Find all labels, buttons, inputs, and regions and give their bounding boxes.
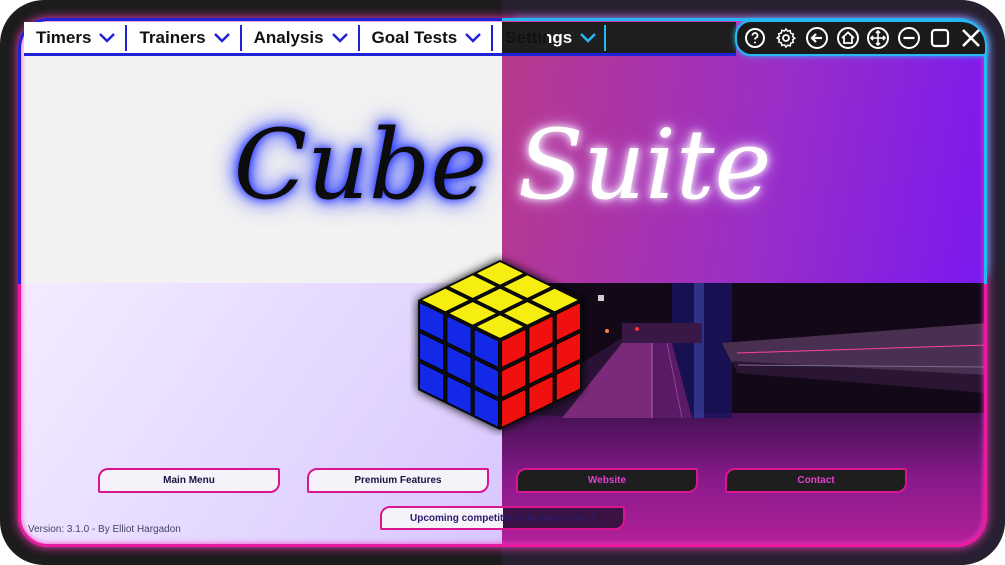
- home-icon[interactable]: [834, 24, 862, 52]
- menu-goal-tests-label: Goal Tests: [371, 27, 458, 47]
- maximize-icon[interactable]: [926, 24, 954, 52]
- close-icon[interactable]: [957, 24, 985, 52]
- menu-settings-label: Settings: [505, 27, 573, 47]
- website-button-label: Website: [587, 475, 627, 486]
- title-word-cube: Cube: [233, 109, 488, 221]
- app-title: Cube Suite: [0, 100, 1005, 230]
- chevron-down-icon: [213, 32, 230, 43]
- menu-timers[interactable]: Timers: [24, 25, 125, 51]
- menu-analysis[interactable]: Analysis: [239, 24, 358, 51]
- help-icon[interactable]: [741, 24, 769, 52]
- chevron-down-icon: [580, 32, 597, 43]
- website-button[interactable]: Website: [516, 468, 698, 493]
- menu-divider: [604, 24, 607, 51]
- chevron-down-icon: [465, 32, 482, 43]
- back-arrow-icon[interactable]: [803, 24, 831, 52]
- gear-icon[interactable]: [772, 24, 800, 52]
- upcoming-competitions-button[interactable]: Upcoming competitions in your area: 4: [380, 506, 625, 530]
- rubiks-cube-icon: [418, 260, 582, 430]
- minimize-icon[interactable]: [895, 24, 923, 52]
- menu-analysis-label: Analysis: [253, 27, 324, 47]
- main-menu-button-label: Main Menu: [163, 475, 215, 486]
- title-word-suite: Suite: [517, 109, 772, 221]
- menu-trainers[interactable]: Trainers: [125, 24, 239, 51]
- menu-trainers-label: Trainers: [139, 27, 206, 47]
- main-menu-button[interactable]: Main Menu: [98, 468, 280, 493]
- chevron-down-icon: [99, 32, 116, 43]
- upcoming-competitions-label: Upcoming competitions in your area: 4: [409, 512, 596, 524]
- premium-features-button[interactable]: Premium Features: [307, 468, 489, 493]
- menu-goal-tests[interactable]: Goal Tests: [357, 24, 492, 51]
- window-controls: [735, 20, 987, 56]
- chevron-down-icon: [331, 32, 348, 43]
- contact-button-label: Contact: [797, 475, 835, 486]
- menu-settings[interactable]: Settings: [491, 24, 604, 51]
- menu-bar: Timers Trainers Analysis Goal Tests Sett…: [24, 22, 736, 56]
- contact-button[interactable]: Contact: [725, 468, 907, 493]
- premium-features-button-label: Premium Features: [354, 475, 442, 486]
- menu-timers-label: Timers: [36, 27, 92, 47]
- move-icon[interactable]: [865, 24, 893, 52]
- version-label: Version: 3.1.0 - By Elliot Hargadon: [28, 524, 181, 535]
